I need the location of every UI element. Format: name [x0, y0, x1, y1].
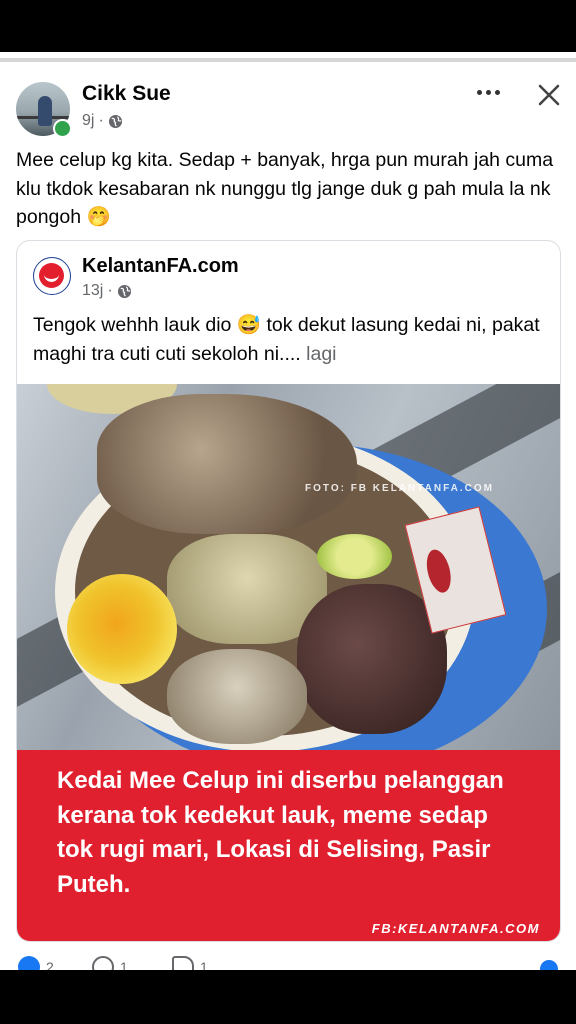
tripe [167, 649, 307, 744]
status-bar [0, 0, 576, 52]
author-name[interactable]: Cikk Sue [82, 82, 171, 106]
more-options-button[interactable] [470, 80, 506, 104]
globe-icon [108, 114, 122, 128]
comment-icon [92, 956, 114, 970]
share-count: 1 [200, 959, 208, 970]
meta-separator: · [107, 282, 113, 299]
shared-page-name[interactable]: KelantanFA.com [82, 255, 239, 278]
online-status-icon [53, 119, 72, 138]
dot-icon [485, 89, 491, 95]
shared-post[interactable]: KelantanFA.com 13j · Tengok wehhh lauk d… [16, 240, 561, 942]
page-logo-icon[interactable] [33, 257, 71, 295]
globe-icon [117, 284, 131, 298]
post-meta: 9j · [82, 112, 123, 130]
shared-text: Tengok wehhh lauk dio 😅 tok dekut lasung… [33, 311, 548, 369]
meat [97, 394, 357, 534]
share-button[interactable]: 1 [172, 956, 208, 970]
like-count: 2 [46, 959, 54, 970]
shared-text-body: Tengok wehhh lauk dio 😅 tok dekut lasung… [33, 314, 540, 365]
banner-text: Kedai Mee Celup ini diserbu pelanggan ke… [57, 767, 504, 898]
post-photo[interactable]: FOTO: FB KELANTANFA.COM [17, 384, 560, 750]
caption-banner: Kedai Mee Celup ini diserbu pelanggan ke… [17, 750, 560, 941]
post-time[interactable]: 9j [82, 112, 94, 130]
egg [67, 574, 177, 684]
comment-button[interactable]: 1 [92, 956, 128, 970]
post-text: Mee celup kg kita. Sedap + banyak, hrga … [16, 149, 554, 228]
dot-icon [494, 89, 500, 95]
action-bar: 2 1 1 [0, 952, 576, 970]
post-card: Cikk Sue 9j · Mee celup kg kita. Sedap +… [0, 52, 576, 970]
like-icon [18, 956, 40, 970]
close-icon[interactable] [532, 78, 566, 112]
meta-separator: · [98, 112, 104, 129]
photo-credit: FOTO: FB KELANTANFA.COM [305, 483, 494, 494]
see-more-link[interactable]: lagi [306, 343, 336, 365]
shared-time[interactable]: 13j [82, 282, 103, 300]
banner-credit: FB:KELANTANFA.COM [371, 921, 540, 936]
navigation-bar [0, 970, 576, 1024]
like-button[interactable]: 2 [18, 956, 54, 970]
shared-meta: 13j · [82, 282, 132, 300]
comment-count: 1 [120, 959, 128, 970]
dot-icon [476, 89, 482, 95]
share-icon [172, 956, 194, 970]
divider [0, 58, 576, 62]
avatar-figure [38, 96, 52, 126]
lime [317, 534, 392, 579]
